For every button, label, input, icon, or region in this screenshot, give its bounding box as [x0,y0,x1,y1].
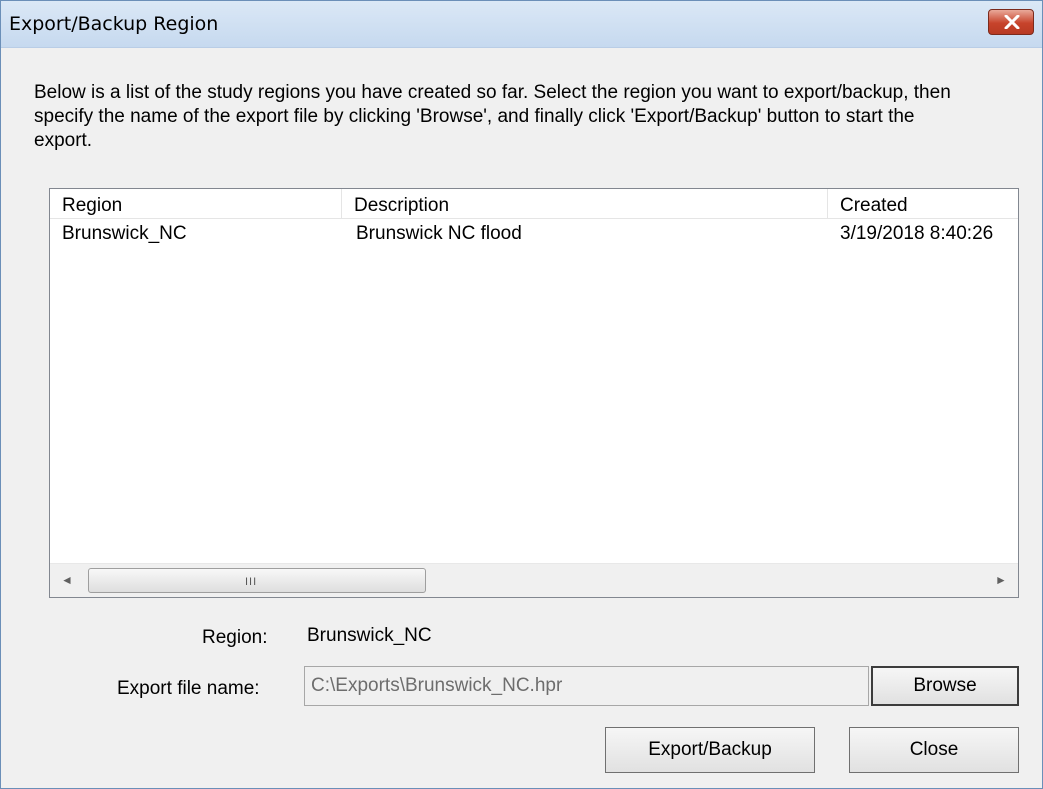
instructions-text: Below is a list of the study regions you… [34,82,951,151]
export-file-label: Export file name: [117,678,260,699]
cell-created: 3/19/2018 8:40:26 [840,223,994,244]
export-backup-dialog: Export/Backup Region Below is a list of … [0,0,1043,789]
region-value: Brunswick_NC [307,625,432,646]
horizontal-scrollbar[interactable]: ◄ III ► [50,563,1018,597]
table-row[interactable]: Brunswick_NC Brunswick NC flood 3/19/201… [50,220,1018,248]
cell-description: Brunswick NC flood [356,223,522,244]
scroll-left-icon[interactable]: ◄ [50,564,84,597]
region-label: Region: [202,627,268,648]
browse-button[interactable]: Browse [871,666,1019,706]
column-header-description[interactable]: Description [342,189,828,219]
scroll-thumb[interactable]: III [88,568,426,593]
column-header-region[interactable]: Region [50,189,342,219]
column-header-created[interactable]: Created [828,189,1018,219]
export-backup-button[interactable]: Export/Backup [605,727,815,773]
grip-icon: III [245,576,258,588]
scroll-right-icon[interactable]: ► [984,564,1018,597]
dialog-body: Below is a list of the study regions you… [1,48,1042,788]
close-button[interactable]: Close [849,727,1019,773]
region-list[interactable]: Region Description Created Brunswick_NC … [49,188,1019,598]
title-bar: Export/Backup Region [1,1,1042,48]
close-icon [1004,15,1020,29]
export-file-field[interactable] [304,666,869,706]
dialog-title: Export/Backup Region [9,13,219,35]
list-header: Region Description Created [50,189,1018,220]
cell-region: Brunswick_NC [62,223,187,244]
close-window-button[interactable] [988,9,1034,35]
